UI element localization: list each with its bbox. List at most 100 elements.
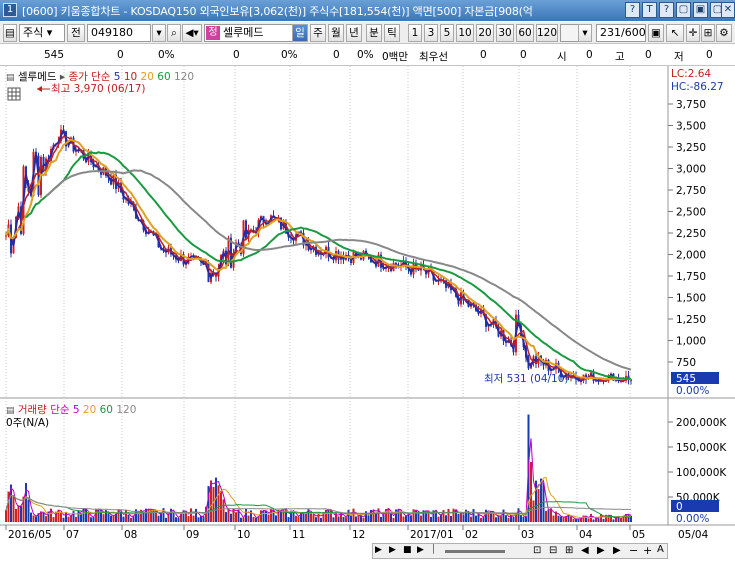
open-value: 0	[586, 49, 593, 61]
hc-label: HC:-86.27	[671, 81, 724, 93]
volume-bar	[540, 478, 542, 522]
volume-bar	[587, 518, 590, 522]
minute-120[interactable]: 120	[536, 24, 558, 42]
zoom-out-icon[interactable]: −	[629, 544, 638, 557]
minute-60[interactable]: 60	[516, 24, 534, 42]
period-month[interactable]: 월	[328, 24, 344, 42]
bid-value: 0	[520, 49, 527, 61]
volume-bar	[177, 517, 180, 522]
price-y-tick: 750	[676, 357, 696, 369]
minute-30[interactable]: 30	[496, 24, 514, 42]
crosshair-icon[interactable]: ✛	[686, 24, 700, 42]
volume-bar	[225, 512, 227, 522]
custom-period-dropdown-icon[interactable]: ▾	[578, 24, 592, 42]
volume-bar	[337, 516, 340, 522]
volume-bar	[345, 517, 347, 522]
volume-bar	[65, 511, 67, 522]
volume-bar	[85, 509, 87, 522]
stock-code-input[interactable]: 049180	[87, 24, 151, 42]
x-tick-label: 2017/01	[410, 529, 454, 541]
minute-5[interactable]: 5	[440, 24, 454, 42]
volume-bar	[127, 514, 130, 522]
prev-button[interactable]: 전	[67, 24, 85, 42]
text-icon[interactable]: T	[642, 2, 657, 18]
minute-3[interactable]: 3	[424, 24, 438, 42]
help-icon[interactable]: ?	[625, 2, 640, 18]
zoom-fit-icon[interactable]: ⊡	[533, 545, 541, 556]
volume-bar	[297, 516, 300, 522]
volume-bar	[392, 517, 395, 522]
chart-canvas[interactable]: 3,750 3,500 3,250 3,000 2,750 2,500 2,250 2,000…	[0, 66, 735, 562]
x-tick-label: 04	[579, 529, 593, 541]
step-icon[interactable]: ⏐	[431, 545, 436, 555]
volume-bar	[195, 508, 197, 522]
close-icon[interactable]: ✕	[721, 2, 735, 18]
zoom-window-icon[interactable]: ⊞	[565, 545, 573, 556]
price-ma-120: 120	[173, 71, 195, 83]
period-day[interactable]: 일	[292, 24, 308, 42]
price-legend[interactable]: ▤ 셀루메드 ▸ 종가 단순 5 10 20 60 120	[6, 69, 194, 84]
price-y-tick: 2,750	[676, 185, 706, 197]
legend-expand-icon[interactable]: ▤	[6, 73, 15, 83]
volume-bar	[597, 518, 600, 522]
stop-icon[interactable]: ■	[403, 545, 412, 555]
code-dropdown-icon[interactable]: ▾	[152, 24, 166, 42]
scroll-left-icon[interactable]: ◀	[581, 545, 589, 556]
volume-bar	[390, 513, 392, 522]
auto-scale-icon[interactable]: A	[657, 544, 664, 555]
volume-bar	[445, 515, 447, 522]
volume-bar	[315, 517, 317, 522]
open-label: 시	[557, 51, 567, 63]
volume-bar	[592, 519, 595, 522]
chart-area[interactable]: 3,750 3,500 3,250 3,000 2,750 2,500 2,250 2,000…	[0, 66, 735, 562]
period-tick[interactable]: 틱	[384, 24, 400, 42]
scroll-end-icon[interactable]: ▶	[613, 545, 621, 556]
volume-bar	[530, 462, 532, 522]
stock-name-box[interactable]: 정 셀루메드	[204, 24, 296, 42]
minute-1[interactable]: 1	[408, 24, 422, 42]
minimize-icon[interactable]: ▢	[676, 2, 691, 18]
settings-gear-icon[interactable]: ⚙	[716, 24, 732, 42]
volume-bar	[60, 511, 62, 522]
lock-icon[interactable]: ▣	[648, 24, 664, 42]
volume-bar	[87, 513, 90, 522]
question-icon[interactable]: ?	[659, 2, 674, 18]
period-minute[interactable]: 분	[366, 24, 382, 42]
volume-bar	[240, 517, 242, 522]
speaker-icon[interactable]: ◀▾	[182, 24, 202, 42]
volume-bar	[310, 513, 312, 522]
high-value: 0	[645, 49, 652, 61]
minute-20[interactable]: 20	[476, 24, 494, 42]
page-counter[interactable]: 231/600	[596, 24, 646, 42]
price-y-tick: 3,750	[676, 99, 706, 111]
playback-bar: ▶ ▶ ■ ▶ ⏐ ⊡ ⊟ ⊞ ◀ ▶ ▶ − + A	[372, 543, 668, 559]
volume-ma-60: 60	[99, 404, 113, 416]
scroll-right-icon[interactable]: ▶	[597, 545, 605, 556]
chart-menu-icon[interactable]: ▤	[3, 24, 17, 42]
ask-value: 0	[480, 49, 487, 61]
forward-icon[interactable]: ▶	[417, 545, 424, 555]
search-icon[interactable]: ⌕	[167, 24, 181, 42]
speed-slider[interactable]	[445, 550, 505, 553]
restore-icon[interactable]: ▣	[693, 2, 708, 18]
volume-bar	[522, 516, 525, 522]
volume-bar	[495, 517, 497, 522]
price-tag: 545	[676, 373, 696, 385]
volume-bar	[570, 516, 572, 522]
split-icon[interactable]: ⊞	[701, 24, 715, 42]
volume-bar	[52, 517, 55, 522]
volume-bar	[367, 515, 370, 522]
zoom-in-icon[interactable]: +	[643, 544, 652, 557]
minute-10[interactable]: 10	[456, 24, 474, 42]
volume-bar	[342, 516, 345, 522]
volume-bar	[450, 516, 452, 522]
play-back-icon[interactable]: ▶	[375, 545, 382, 555]
cursor-toggle-icon[interactable]: ↖	[666, 24, 684, 42]
x-right-label: 05/04	[678, 529, 709, 541]
zoom-range-icon[interactable]: ⊟	[549, 545, 557, 556]
period-week[interactable]: 주	[310, 24, 326, 42]
play-icon[interactable]: ▶	[389, 545, 396, 555]
priority-label: 최우선	[419, 51, 448, 63]
market-select[interactable]: 주식 ▾	[19, 24, 65, 42]
period-year[interactable]: 년	[346, 24, 362, 42]
